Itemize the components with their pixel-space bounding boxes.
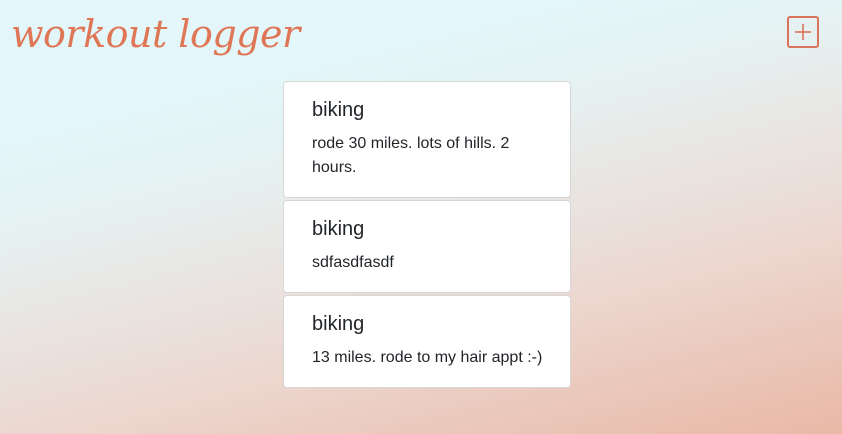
workout-title: biking [312,218,365,240]
plus-icon [795,24,811,40]
workout-title: biking [312,99,365,121]
workout-description: rode 30 miles. lots of hills. 2 hours. [312,135,510,176]
workout-card[interactable]: biking rode 30 miles. lots of hills. 2 h… [283,81,571,198]
workout-card[interactable]: biking sdfasdfasdf [283,200,571,293]
workout-description: sdfasdfasdf [312,254,394,271]
add-workout-button[interactable] [787,16,819,48]
workout-list: biking rode 30 miles. lots of hills. 2 h… [283,81,571,390]
workout-title: biking [312,313,365,335]
app-title: workout logger [11,12,300,56]
workout-description: 13 miles. rode to my hair appt :-) [312,349,543,366]
workout-card[interactable]: biking 13 miles. rode to my hair appt :-… [283,295,571,388]
